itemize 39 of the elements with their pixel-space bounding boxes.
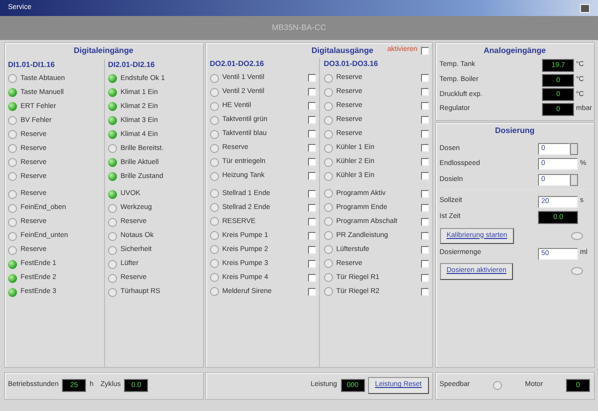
- output-checkbox[interactable]: [308, 88, 316, 96]
- output-checkbox[interactable]: [308, 190, 316, 198]
- output-checkbox[interactable]: [308, 172, 316, 180]
- header-title: MB35N-BA-CC: [272, 22, 326, 34]
- output-checkbox[interactable]: [420, 102, 429, 110]
- output-checkbox[interactable]: [420, 274, 429, 282]
- output-checkbox[interactable]: [308, 144, 316, 152]
- radio-button[interactable]: [492, 381, 502, 390]
- panel-title: Digitaleingänge: [74, 46, 134, 54]
- output-checkbox[interactable]: [420, 190, 429, 198]
- output-checkbox[interactable]: [308, 260, 316, 268]
- output-checkbox[interactable]: [420, 88, 429, 96]
- output-checkbox[interactable]: [420, 158, 429, 166]
- panel-title: Digitalausgänge: [311, 44, 374, 56]
- output-checkbox[interactable]: [420, 116, 429, 124]
- output-checkbox[interactable]: [308, 116, 316, 124]
- output-checkbox[interactable]: [308, 204, 316, 212]
- output-checkbox[interactable]: [420, 172, 429, 180]
- output-checkbox[interactable]: [420, 74, 429, 82]
- output-checkbox[interactable]: [420, 232, 429, 240]
- output-checkbox[interactable]: [308, 130, 316, 138]
- output-checkbox[interactable]: [308, 74, 316, 82]
- output-checkbox[interactable]: [420, 218, 429, 226]
- output-checkbox[interactable]: [308, 218, 316, 226]
- output-checkbox[interactable]: [420, 130, 429, 138]
- panel-title: Dosierung: [494, 126, 535, 135]
- output-checkbox[interactable]: [308, 158, 316, 166]
- output-checkbox[interactable]: [420, 288, 429, 296]
- output-checkbox[interactable]: [420, 204, 429, 212]
- output-checkbox[interactable]: [308, 246, 316, 254]
- output-checkbox[interactable]: [308, 274, 316, 282]
- output-checkbox[interactable]: [308, 232, 316, 240]
- panel-title: Analogeingänge: [484, 46, 546, 54]
- activate-checkbox[interactable]: [420, 46, 429, 54]
- output-checkbox[interactable]: [308, 102, 316, 110]
- output-checkbox[interactable]: [420, 246, 429, 254]
- output-checkbox[interactable]: [420, 260, 429, 268]
- output-checkbox[interactable]: [420, 144, 429, 152]
- output-checkbox[interactable]: [308, 288, 316, 296]
